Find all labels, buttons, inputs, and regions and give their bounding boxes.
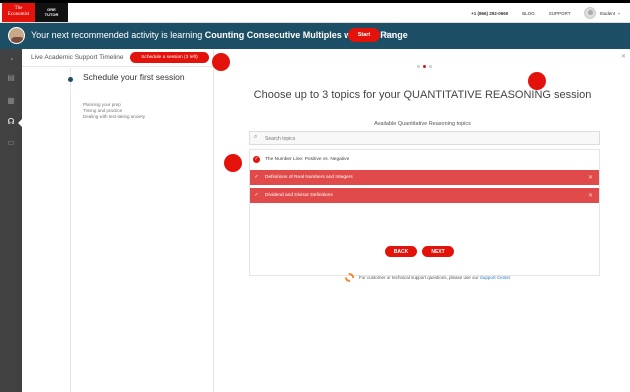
close-icon[interactable]: ✕ [621, 53, 626, 60]
check-icon: ✓ [253, 156, 260, 163]
logo-product: GRE TUTOR [35, 3, 68, 22]
book-icon[interactable]: ▤ [6, 73, 16, 83]
search-box: ⌕ [249, 131, 600, 145]
step-title: Schedule your first session [83, 72, 185, 82]
topic-selection-panel: ✕ Choose up to 3 topics for your QUANTIT… [215, 49, 630, 392]
logo-economist: The Economist [2, 3, 35, 22]
timeline-rail [22, 68, 71, 392]
left-sidebar: ◔ ▤ ▦ ☊ ▭ [0, 49, 22, 392]
timeline-title: Live Academic Support Timeline [31, 54, 124, 61]
chevron-down-icon: ▾ [617, 10, 620, 16]
tutor-avatar [8, 27, 25, 44]
timeline-dot [68, 77, 73, 82]
economist-logo[interactable]: The Economist GRE TUTOR [2, 3, 68, 22]
logo-text-line2: Economist [7, 12, 30, 17]
headset-icon[interactable]: ☊ [6, 117, 16, 127]
topic-label: The Number Line: Positive vs. Negative [265, 157, 350, 162]
timeline-body: Schedule your first session Planning you… [22, 68, 214, 392]
search-icon: ⌕ [254, 134, 258, 140]
nav-support-link[interactable]: SUPPORT [549, 11, 571, 16]
topic-label: Dividend and Divisor Definitions [265, 193, 333, 198]
logo-product-line2: TUTOR [44, 12, 59, 17]
topic-label: Definitions of Real Numbers and Integers [265, 175, 353, 180]
user-menu[interactable]: Student ▾ [584, 7, 620, 19]
next-button[interactable]: NEXT [422, 246, 454, 257]
progress-dot [417, 65, 420, 68]
step-items: Planning your prep Timing and practice D… [83, 102, 145, 120]
user-name: Student [599, 10, 615, 16]
support-text-body: For customer or technical support questi… [359, 275, 480, 280]
progress-dot [429, 65, 432, 68]
skip-link[interactable]: skip [384, 32, 393, 38]
back-button[interactable]: BACK [385, 246, 417, 257]
recommendation-banner: Your next recommended activity is learni… [0, 23, 630, 49]
dashboard-icon[interactable]: ◔ [6, 55, 16, 65]
user-avatar-icon [584, 7, 597, 19]
top-bar: The Economist GRE TUTOR +1 (866) 292-066… [0, 0, 630, 23]
notes-icon[interactable]: ▦ [6, 96, 16, 106]
topic-row-selected[interactable]: ✓ Definitions of Real Numbers and Intege… [250, 170, 599, 185]
timeline-header: Live Academic Support Timeline Schedule … [22, 49, 214, 67]
search-input[interactable] [265, 134, 565, 143]
support-text: For customer or technical support questi… [359, 275, 510, 280]
nav-buttons: BACK NEXT [385, 246, 454, 257]
remove-icon[interactable]: ✕ [588, 192, 593, 199]
start-button[interactable]: Start [348, 28, 380, 42]
schedule-session-button[interactable]: Schedule a session (3 left) [130, 52, 209, 63]
top-nav: +1 (866) 292-0660 BLOG SUPPORT Student ▾ [471, 3, 620, 23]
nav-blog-link[interactable]: BLOG [522, 11, 535, 16]
support-notice: For customer or technical support questi… [345, 273, 510, 282]
check-icon: ✓ [254, 174, 259, 180]
progress-dots [417, 65, 432, 68]
lifebuoy-icon [345, 273, 354, 282]
recommendation-prefix: Your next recommended activity is learni… [31, 30, 205, 40]
chat-icon[interactable]: ▭ [6, 138, 16, 148]
phone-number: +1 (866) 292-0660 [471, 10, 509, 16]
topics-subtitle: Available Quantitative Reasoning topics [374, 121, 471, 127]
topic-row[interactable]: ✓ The Number Line: Positive vs. Negative [250, 152, 599, 167]
page-title: Choose up to 3 topics for your QUANTITAT… [253, 89, 592, 101]
support-center-link[interactable]: Support Center [480, 275, 511, 280]
topic-row-selected[interactable]: ✓ Dividend and Divisor Definitions ✕ [250, 188, 599, 203]
timeline-panel: Live Academic Support Timeline Schedule … [22, 49, 214, 392]
check-icon: ✓ [254, 192, 259, 198]
step-item: Dealing with test-taking anxiety [83, 114, 146, 119]
progress-dot-active [423, 65, 426, 68]
remove-icon[interactable]: ✕ [588, 174, 593, 181]
